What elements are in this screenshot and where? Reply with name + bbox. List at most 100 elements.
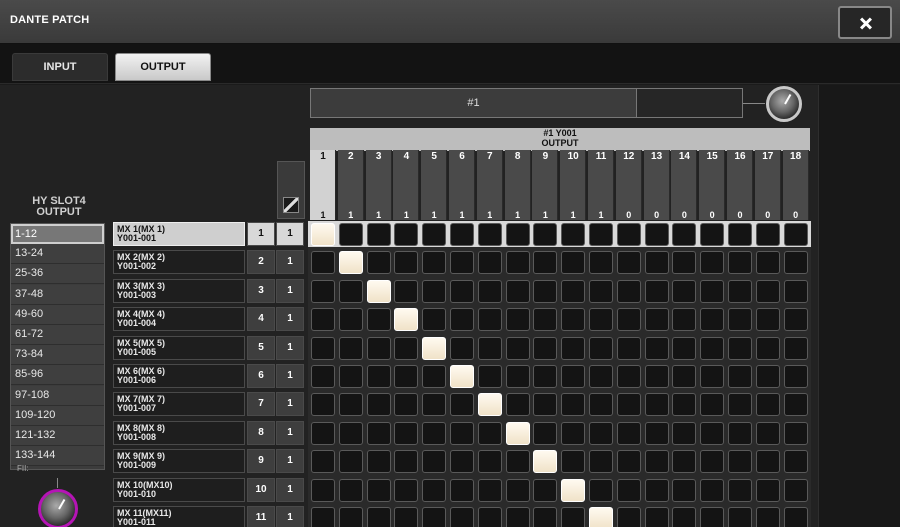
- patch-cell[interactable]: [755, 223, 780, 246]
- row-name-button[interactable]: MX 10(MX10) Y001-010: [113, 477, 245, 502]
- patch-cell[interactable]: [783, 450, 808, 474]
- tab-output[interactable]: OUTPUT: [115, 53, 211, 81]
- patch-cell[interactable]: [644, 421, 669, 445]
- patch-cell[interactable]: [311, 251, 335, 275]
- patch-cell[interactable]: [672, 393, 697, 417]
- patch-cell[interactable]: [422, 393, 447, 417]
- patch-cell[interactable]: [755, 421, 780, 445]
- patch-cell[interactable]: [338, 507, 363, 527]
- tab-input[interactable]: INPUT: [12, 53, 108, 81]
- patch-cell[interactable]: [450, 450, 474, 474]
- patch-cell[interactable]: [644, 251, 669, 275]
- range-item[interactable]: 85-96: [11, 365, 104, 386]
- row-name-button[interactable]: MX 2(MX 2) Y001-002: [113, 250, 245, 275]
- patch-cell[interactable]: [366, 421, 391, 445]
- patch-cell[interactable]: [422, 450, 447, 474]
- patch-cell[interactable]: [561, 365, 586, 388]
- patch-cell[interactable]: [338, 251, 363, 275]
- patch-cell[interactable]: [783, 223, 808, 246]
- patch-cell[interactable]: [450, 507, 474, 527]
- patch-cell[interactable]: [394, 308, 419, 332]
- patch-cell[interactable]: [561, 507, 586, 527]
- patch-cell[interactable]: [311, 223, 335, 246]
- patch-cell[interactable]: [477, 421, 502, 445]
- patch-cell[interactable]: [450, 308, 474, 332]
- patch-cell[interactable]: [422, 279, 447, 303]
- patch-cell[interactable]: [505, 251, 530, 275]
- patch-cell[interactable]: [783, 421, 808, 445]
- patch-cell[interactable]: [755, 478, 780, 502]
- patch-cell[interactable]: [561, 308, 586, 332]
- patch-cell[interactable]: [616, 308, 641, 332]
- patch-cell[interactable]: [700, 450, 725, 474]
- patch-cell[interactable]: [644, 308, 669, 332]
- patch-cell[interactable]: [700, 421, 725, 445]
- patch-cell[interactable]: [394, 450, 419, 474]
- patch-cell[interactable]: [311, 450, 335, 474]
- patch-cell[interactable]: [422, 308, 447, 332]
- patch-cell[interactable]: [366, 478, 391, 502]
- patch-cell[interactable]: [589, 507, 613, 527]
- patch-cell[interactable]: [338, 421, 363, 445]
- patch-cell[interactable]: [755, 393, 780, 417]
- patch-cell[interactable]: [589, 478, 613, 502]
- patch-cell[interactable]: [616, 279, 641, 303]
- patch-cell[interactable]: [477, 365, 502, 388]
- patch-cell[interactable]: [728, 223, 752, 246]
- output-name-display[interactable]: #1: [310, 88, 637, 118]
- patch-cell[interactable]: [422, 336, 447, 360]
- patch-cell[interactable]: [533, 450, 558, 474]
- patch-cell[interactable]: [783, 251, 808, 275]
- patch-cell[interactable]: [394, 223, 419, 246]
- patch-cell[interactable]: [533, 365, 558, 388]
- patch-cell[interactable]: [589, 393, 613, 417]
- patch-cell[interactable]: [422, 421, 447, 445]
- patch-cell[interactable]: [394, 365, 419, 388]
- patch-cell[interactable]: [505, 478, 530, 502]
- patch-cell[interactable]: [338, 223, 363, 246]
- patch-cell[interactable]: [505, 336, 530, 360]
- patch-cell[interactable]: [311, 336, 335, 360]
- patch-cell[interactable]: [672, 365, 697, 388]
- patch-cell[interactable]: [644, 393, 669, 417]
- row-name-button[interactable]: MX 1(MX 1) Y001-001: [113, 222, 245, 246]
- patch-cell[interactable]: [616, 336, 641, 360]
- patch-cell[interactable]: [533, 478, 558, 502]
- patch-cell[interactable]: [477, 507, 502, 527]
- patch-cell[interactable]: [450, 223, 474, 246]
- patch-cell[interactable]: [505, 393, 530, 417]
- patch-cell[interactable]: [728, 478, 752, 502]
- patch-cell[interactable]: [700, 507, 725, 527]
- patch-cell[interactable]: [450, 393, 474, 417]
- patch-cell[interactable]: [533, 421, 558, 445]
- patch-cell[interactable]: [311, 308, 335, 332]
- patch-cell[interactable]: [450, 279, 474, 303]
- patch-cell[interactable]: [533, 393, 558, 417]
- patch-cell[interactable]: [477, 279, 502, 303]
- patch-cell[interactable]: [616, 251, 641, 275]
- row-scroll-knob-icon[interactable]: [38, 489, 78, 527]
- patch-cell[interactable]: [366, 450, 391, 474]
- patch-cell[interactable]: [394, 251, 419, 275]
- patch-cell[interactable]: [338, 365, 363, 388]
- patch-cell[interactable]: [311, 507, 335, 527]
- patch-cell[interactable]: [533, 279, 558, 303]
- patch-cell[interactable]: [728, 393, 752, 417]
- patch-cell[interactable]: [561, 421, 586, 445]
- range-item[interactable]: 1-12: [11, 224, 104, 244]
- patch-cell[interactable]: [561, 336, 586, 360]
- patch-cell[interactable]: [311, 279, 335, 303]
- row-name-button[interactable]: MX 9(MX 9) Y001-009: [113, 449, 245, 474]
- patch-cell[interactable]: [672, 478, 697, 502]
- patch-cell[interactable]: [672, 251, 697, 275]
- range-item[interactable]: 73-84: [11, 345, 104, 366]
- patch-cell[interactable]: [700, 223, 725, 246]
- patch-cell[interactable]: [755, 507, 780, 527]
- close-icon[interactable]: [838, 6, 892, 39]
- patch-cell[interactable]: [755, 308, 780, 332]
- patch-cell[interactable]: [755, 365, 780, 388]
- patch-cell[interactable]: [561, 393, 586, 417]
- patch-cell[interactable]: [422, 223, 447, 246]
- patch-cell[interactable]: [783, 336, 808, 360]
- row-name-button[interactable]: MX 11(MX11) Y001-011: [113, 506, 245, 527]
